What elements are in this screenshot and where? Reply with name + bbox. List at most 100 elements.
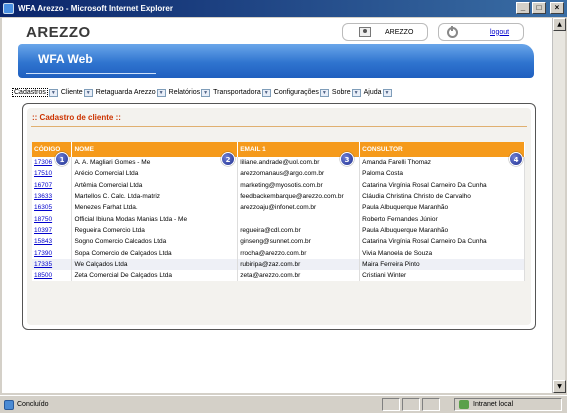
cell-codigo[interactable]: 13633 xyxy=(32,190,73,203)
cell-consultor: Paula Albuquerque Maranhão xyxy=(359,202,525,214)
menu-cadastros[interactable]: Cadastros ▼ xyxy=(12,88,58,97)
vertical-scrollbar[interactable]: ▲ ▼ xyxy=(552,18,566,393)
user-name: AREZZO xyxy=(385,28,414,36)
table-row[interactable]: 13633 Martellos C. Calc. Ltda-matriz feedb… xyxy=(32,190,525,203)
cell-nome: Arécio Comercial Ltda xyxy=(71,168,239,180)
table-row[interactable]: 18750 Official Ibiuna Modas Manias Ltda -… xyxy=(32,213,525,225)
cell-codigo[interactable]: 17390 xyxy=(32,247,73,259)
cell-email: rrocha@arezzo.com.br xyxy=(237,247,361,259)
maximize-button[interactable]: □ xyxy=(532,2,546,14)
column-header-consultor[interactable]: CONSULTOR xyxy=(359,142,525,157)
chevron-down-icon[interactable]: ▼ xyxy=(382,88,392,97)
scroll-up-icon[interactable]: ▲ xyxy=(553,18,566,31)
cell-codigo[interactable]: 18750 xyxy=(32,213,73,225)
status-cell xyxy=(382,398,400,411)
table-row[interactable]: 17510 Arécio Comercial Ltda arezzomanaus@a… xyxy=(32,168,525,180)
table-row[interactable]: 15843 Sogno Comercio Calcados Ltda ginseng… xyxy=(32,236,525,248)
menu-label: Ajuda xyxy=(363,89,382,96)
status-bar: Concluído Intranet local xyxy=(0,395,567,413)
ie-icon xyxy=(3,3,14,14)
main-menu: Cadastros ▼ Cliente ▼ Retaguarda Arezzo ▼ R… xyxy=(12,88,395,97)
cell-codigo[interactable]: 10397 xyxy=(32,224,73,237)
menu-label: Cadastros xyxy=(12,88,48,97)
column-header-nome[interactable]: NOME xyxy=(71,142,239,157)
cell-nome: A. A. Magliari Gomes - Me xyxy=(71,157,239,169)
menu-sobre[interactable]: Sobre ▼ xyxy=(331,88,361,97)
table-header-row: CÓDIGO NOME EMAIL 1 CONSULTOR xyxy=(32,142,525,157)
chevron-down-icon[interactable]: ▼ xyxy=(48,88,58,97)
cell-consultor: Paloma Costa xyxy=(359,168,525,180)
cell-email: arezzoaju@infonet.com.br xyxy=(237,202,361,214)
cell-email xyxy=(237,213,361,225)
menu-configuracoes[interactable]: Configurações ▼ xyxy=(274,88,329,97)
banner-underline xyxy=(26,73,156,74)
cell-codigo[interactable]: 17510 xyxy=(32,168,73,180)
menu-cliente[interactable]: Cliente ▼ xyxy=(61,88,93,97)
cell-email: regueira@cdl.com.br xyxy=(237,224,361,237)
cell-consultor: Cláudia Christina Christo de Carvalho xyxy=(359,190,525,203)
user-icon xyxy=(359,27,371,37)
callout-marker-1: 1 xyxy=(55,152,69,166)
cell-nome: We Calçados Ltda xyxy=(71,258,239,270)
table-row[interactable]: 16305 Menezes Farhat Ltda. arezzoaju@infon… xyxy=(32,202,525,214)
cell-nome: Menezes Farhat Ltda. xyxy=(71,202,239,214)
callout-marker-4: 4 xyxy=(509,152,523,166)
cell-email: marketing@myosotis.com.br xyxy=(237,179,361,191)
chevron-down-icon[interactable]: ▼ xyxy=(319,88,329,97)
power-icon[interactable] xyxy=(447,25,458,38)
cell-consultor: Paula Albuquerque Maranhão xyxy=(359,224,525,237)
logout-box: logout xyxy=(438,23,524,41)
cell-codigo[interactable]: 16305 xyxy=(32,202,73,214)
minimize-button[interactable]: _ xyxy=(516,2,530,14)
cell-codigo[interactable]: 16707 xyxy=(32,179,73,191)
cell-email: feedbackembarque@arezzo.com.br xyxy=(237,190,361,203)
chevron-down-icon[interactable]: ▼ xyxy=(351,88,361,97)
cell-codigo[interactable]: 15843 xyxy=(32,236,73,248)
user-box: AREZZO xyxy=(342,23,428,41)
panel-title: :: Cadastro de cliente :: xyxy=(32,113,121,122)
menu-relatorios[interactable]: Relatórios ▼ xyxy=(168,88,211,97)
table-row[interactable]: 18500 Zeta Comercial De Calçados Ltda zeta… xyxy=(32,269,525,282)
table-row[interactable]: 17390 Sopa Comercio de Calçados Ltda rroch… xyxy=(32,247,525,259)
cell-codigo[interactable]: 17335 xyxy=(32,258,73,270)
chevron-down-icon[interactable]: ▼ xyxy=(156,88,166,97)
cell-nome: Martellos C. Calc. Ltda-matriz xyxy=(71,190,239,203)
table-row[interactable]: 17306 A. A. Magliari Gomes - Me liliane.an… xyxy=(32,157,525,169)
cell-nome: Sogno Comercio Calcados Ltda xyxy=(71,236,239,248)
cell-codigo[interactable]: 18500 xyxy=(32,269,73,282)
menu-retaguarda[interactable]: Retaguarda Arezzo ▼ xyxy=(95,88,166,97)
close-button[interactable]: × xyxy=(550,2,564,14)
chevron-down-icon[interactable]: ▼ xyxy=(83,88,93,97)
menu-transportadora[interactable]: Transportadora ▼ xyxy=(213,88,271,97)
cell-consultor: Roberto Fernandes Júnior xyxy=(359,213,525,225)
table-row[interactable]: 17335 We Calçados Ltda rubiripa@zaz.com.br… xyxy=(32,258,525,270)
menu-ajuda[interactable]: Ajuda ▼ xyxy=(363,88,392,97)
menu-label: Relatórios xyxy=(168,89,201,96)
menu-label: Sobre xyxy=(331,89,351,96)
cell-consultor: Amanda Farelli Thomaz xyxy=(359,157,525,169)
cell-nome: Sopa Comercio de Calçados Ltda xyxy=(71,247,239,259)
logout-link[interactable]: logout xyxy=(490,29,509,36)
callout-marker-3: 3 xyxy=(340,152,354,166)
chevron-down-icon[interactable]: ▼ xyxy=(261,88,271,97)
cell-consultor: Catarina Virgínia Rosal Carneiro Da Cunh… xyxy=(359,179,525,191)
page-viewport: AREZZO AREZZO logout WFA Web Cadastros ▼ … xyxy=(2,18,552,393)
client-panel: :: Cadastro de cliente :: CÓDIGO NOME EM… xyxy=(22,103,536,330)
client-panel-body: :: Cadastro de cliente :: CÓDIGO NOME EM… xyxy=(27,108,531,325)
panel-divider xyxy=(31,126,527,127)
window-controls: _ □ × xyxy=(516,2,564,14)
cell-consultor: Vivia Manoela de Souza xyxy=(359,247,525,259)
chevron-down-icon[interactable]: ▼ xyxy=(201,88,211,97)
app-banner: WFA Web xyxy=(18,44,534,78)
cell-nome: Regueira Comercio Ltda xyxy=(71,224,239,237)
table-row[interactable]: 10397 Regueira Comercio Ltda regueira@cdl.… xyxy=(32,224,525,237)
banner-title: WFA Web xyxy=(38,52,93,66)
menu-label: Retaguarda Arezzo xyxy=(95,89,156,96)
table-row[interactable]: 16707 Artêmia Comercial Ltda marketing@myo… xyxy=(32,179,525,191)
cell-email: zeta@arezzo.com.br xyxy=(237,269,361,282)
cell-nome: Zeta Comercial De Calçados Ltda xyxy=(71,269,239,282)
security-zone: Intranet local xyxy=(454,398,562,411)
cell-consultor: Catarina Virgínia Rosal Carneiro Da Cunh… xyxy=(359,236,525,248)
cell-consultor: Maira Ferreira Pinto xyxy=(359,258,525,270)
scroll-down-icon[interactable]: ▼ xyxy=(553,380,566,393)
